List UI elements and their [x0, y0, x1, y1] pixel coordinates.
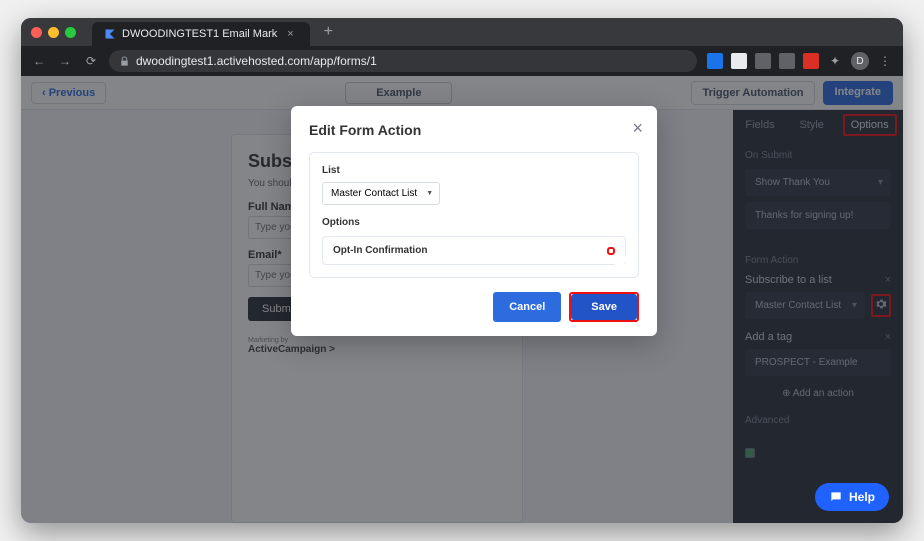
address-bar[interactable]: dwoodingtest1.activehosted.com/app/forms… [109, 50, 697, 72]
nav-reload-icon[interactable]: ⟳ [83, 53, 99, 69]
toggle-state-label: OFF [591, 252, 607, 261]
browser-tab[interactable]: DWOODINGTEST1 Email Mark × [92, 22, 310, 46]
list-dropdown[interactable]: Master Contact List [322, 182, 440, 205]
toggle-knob-icon [612, 252, 626, 266]
list-label: List [322, 165, 626, 176]
window-maximize-icon[interactable] [65, 27, 76, 38]
modal-body: List Master Contact List Options Opt-In … [309, 152, 639, 278]
cancel-button[interactable]: Cancel [493, 292, 561, 322]
url-text: dwoodingtest1.activehosted.com/app/forms… [136, 54, 377, 68]
extension-icon[interactable] [707, 53, 723, 69]
chat-icon [829, 490, 843, 504]
edit-form-action-modal: Edit Form Action × List Master Contact L… [291, 106, 657, 336]
help-button[interactable]: Help [815, 483, 889, 511]
titlebar: DWOODINGTEST1 Email Mark × + [21, 18, 903, 46]
window-close-icon[interactable] [31, 27, 42, 38]
new-tab-button[interactable]: + [316, 23, 341, 41]
save-button[interactable]: Save [571, 294, 637, 320]
nav-back-icon[interactable]: ← [31, 53, 47, 69]
extension-icon[interactable] [779, 53, 795, 69]
lock-icon [119, 56, 130, 67]
option-row-optin: Opt-In Confirmation OFF [322, 236, 626, 265]
modal-close-button[interactable]: × [632, 118, 643, 139]
tab-title: DWOODINGTEST1 Email Mark [122, 28, 277, 40]
tab-close-icon[interactable]: × [283, 28, 297, 40]
options-label: Options [322, 217, 626, 228]
url-bar: ← → ⟳ dwoodingtest1.activehosted.com/app… [21, 46, 903, 76]
extensions-puzzle-icon[interactable]: ✦ [827, 53, 843, 69]
extension-icon[interactable] [803, 53, 819, 69]
browser-window: DWOODINGTEST1 Email Mark × + ← → ⟳ dwood… [21, 18, 903, 523]
window-minimize-icon[interactable] [48, 27, 59, 38]
option-name: Opt-In Confirmation [333, 245, 427, 256]
nav-forward-icon[interactable]: → [57, 53, 73, 69]
extensions-tray: ✦ D ⋮ [707, 52, 893, 70]
modal-actions: Cancel Save [309, 292, 639, 322]
modal-title: Edit Form Action [309, 122, 639, 138]
extension-icon[interactable] [755, 53, 771, 69]
browser-menu-icon[interactable]: ⋮ [877, 53, 893, 69]
tab-favicon-icon [104, 28, 116, 40]
profile-avatar[interactable]: D [851, 52, 869, 70]
extension-icon[interactable] [731, 53, 747, 69]
